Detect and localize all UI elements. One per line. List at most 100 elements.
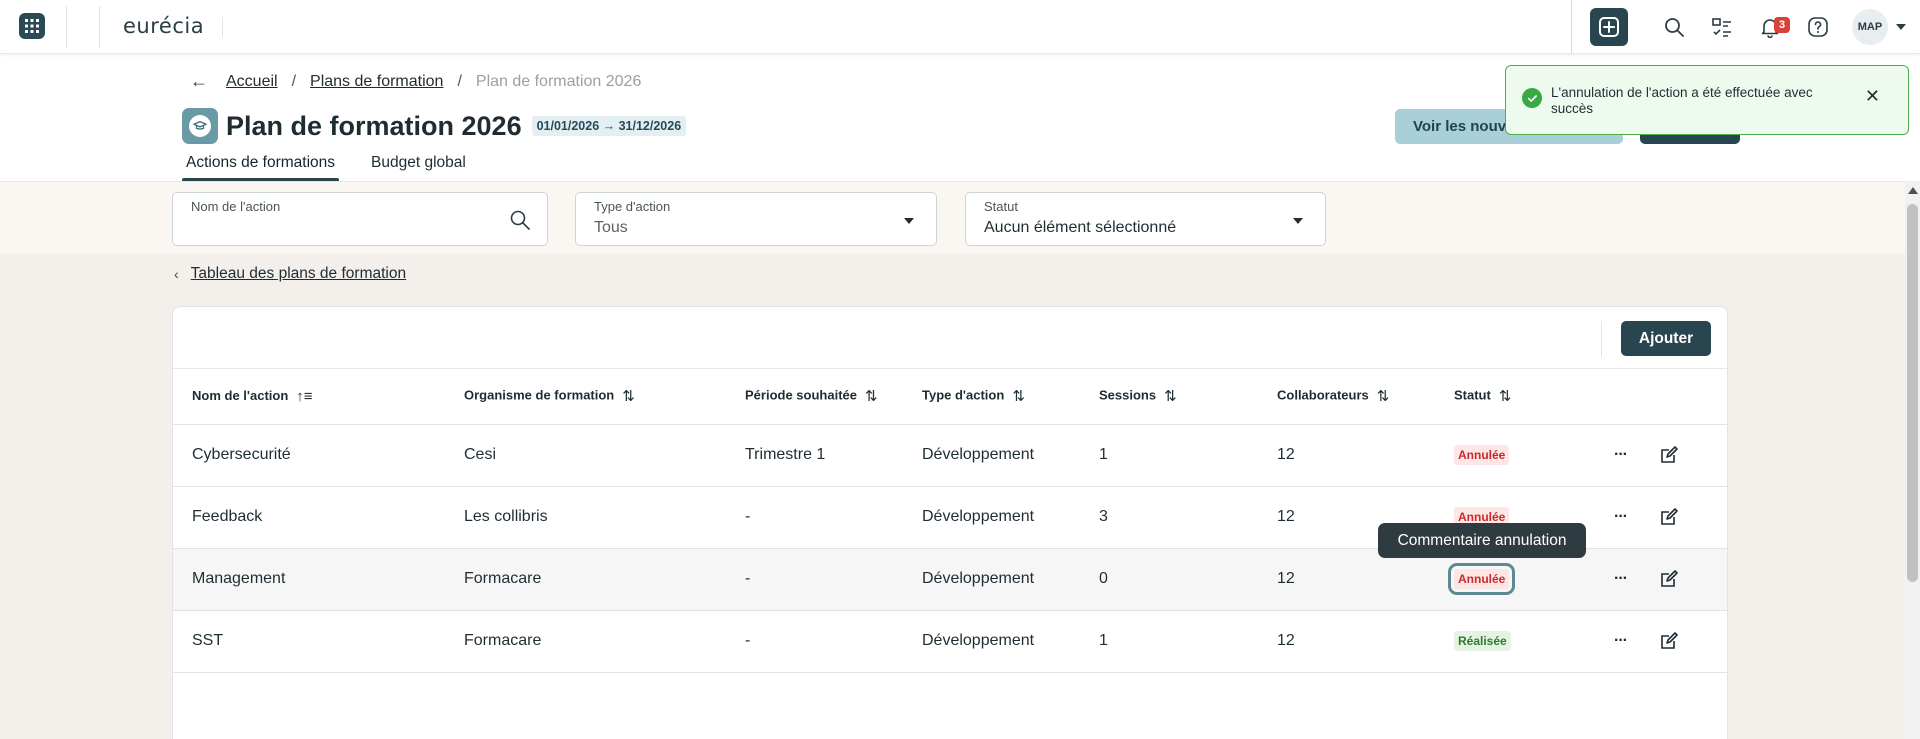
column-header-collaborateurs[interactable]: Collaborateurs ⇅ — [1258, 369, 1435, 425]
column-header-nom[interactable]: Nom de l'action ↑≡ — [173, 369, 445, 425]
sort-icon[interactable]: ⇅ — [1164, 387, 1177, 405]
field-label: Type d'action — [594, 199, 671, 214]
table-row[interactable]: SST Formacare - Développement 1 12 Réali… — [173, 610, 1727, 673]
search-button[interactable] — [1650, 0, 1698, 54]
column-header-statut[interactable]: Statut ⇅ — [1435, 369, 1595, 425]
apps-grid-icon — [25, 19, 39, 33]
tasks-button[interactable] — [1698, 0, 1746, 54]
toolbar-divider — [1601, 321, 1602, 357]
sort-icon[interactable]: ⇅ — [1377, 387, 1390, 405]
column-header-sessions[interactable]: Sessions ⇅ — [1080, 369, 1258, 425]
status-badge[interactable]: Annulée — [1454, 445, 1510, 465]
sort-icon[interactable]: ⇅ — [622, 387, 635, 405]
cell-collaborateurs: 12 — [1258, 610, 1435, 673]
more-options-icon[interactable]: ··· — [1614, 508, 1628, 526]
breadcrumb-link-accueil[interactable]: Accueil — [226, 73, 278, 91]
more-options-icon[interactable]: ··· — [1614, 446, 1628, 464]
chevron-down-icon — [1896, 24, 1906, 30]
cell-periode: - — [726, 486, 903, 549]
actions-table: Nom de l'action ↑≡ Organisme de formation… — [173, 369, 1727, 673]
add-button[interactable]: Ajouter — [1621, 321, 1711, 356]
sort-icon[interactable]: ⇅ — [865, 387, 878, 405]
table-header-row: Nom de l'action ↑≡ Organisme de formation… — [173, 369, 1727, 425]
type-action-select[interactable]: Type d'action Tous — [575, 192, 937, 246]
back-to-table-label[interactable]: Tableau des plans de formation — [191, 265, 406, 283]
cell-nom: Feedback — [173, 486, 445, 549]
back-to-table-link[interactable]: ‹ Tableau des plans de formation — [174, 265, 406, 283]
apps-grid-button[interactable] — [19, 13, 45, 39]
date-range-badge: 01/01/2026 → 31/12/2026 — [531, 116, 687, 136]
cell-actions: ··· — [1595, 486, 1727, 549]
cell-sessions: 0 — [1080, 548, 1258, 611]
table-toolbar: Ajouter — [173, 307, 1727, 369]
chevron-down-icon — [1293, 218, 1303, 224]
avatar[interactable]: MAP — [1852, 9, 1888, 45]
breadcrumb: ← Accueil / Plans de formation / Plan de… — [190, 71, 641, 92]
cancellation-comment-tooltip: Commentaire annulation — [1378, 523, 1586, 558]
breadcrumb-current: Plan de formation 2026 — [475, 72, 642, 90]
app-logo[interactable]: eurécia — [123, 14, 204, 38]
notifications-button[interactable]: 3 — [1746, 0, 1794, 54]
scrollbar-thumb[interactable] — [1907, 204, 1918, 582]
cell-organisme: Formacare — [445, 548, 726, 611]
cell-type: Développement — [903, 424, 1080, 487]
filter-bar: Nom de l'action Type d'action Tous Statu… — [0, 181, 1905, 253]
cell-actions: ··· — [1595, 548, 1727, 611]
back-arrow-icon[interactable]: ← — [190, 71, 208, 92]
close-icon[interactable]: ✕ — [1865, 86, 1880, 107]
user-menu[interactable]: MAP — [1852, 9, 1906, 45]
edit-icon[interactable] — [1659, 569, 1679, 589]
column-header-organisme[interactable]: Organisme de formation ⇅ — [445, 369, 726, 425]
page-title: Plan de formation 2026 — [226, 110, 522, 141]
edit-icon[interactable] — [1659, 631, 1679, 651]
cell-periode: - — [726, 610, 903, 673]
tab-budget-global[interactable]: Budget global — [371, 150, 466, 182]
sort-ascending-icon[interactable]: ↑≡ — [296, 388, 312, 405]
scrollbar[interactable] — [1905, 181, 1920, 739]
sort-icon[interactable]: ⇅ — [1499, 387, 1512, 405]
tab-actions-de-formations[interactable]: Actions de formations — [181, 150, 340, 182]
field-label: Nom de l'action — [191, 199, 281, 214]
graduation-cap-icon — [182, 108, 218, 144]
checklist-icon — [1712, 18, 1731, 37]
column-header-actions — [1595, 369, 1727, 425]
breadcrumb-separator: / — [457, 72, 462, 90]
status-badge[interactable]: Annulée — [1447, 563, 1516, 595]
table-row[interactable]: Cybersecurité Cesi Trimestre 1 Développe… — [173, 424, 1727, 487]
breadcrumb-link-plans[interactable]: Plans de formation — [310, 73, 443, 91]
help-icon — [1808, 17, 1828, 37]
status-badge[interactable]: Réalisée — [1454, 631, 1511, 651]
cell-collaborateurs: 12 — [1258, 424, 1435, 487]
statut-select[interactable]: Statut Aucun élément sélectionné — [965, 192, 1326, 246]
cell-statut: Annulée — [1435, 424, 1595, 487]
tabs: Actions de formations Budget global — [181, 150, 502, 182]
topbar-divider — [1571, 0, 1572, 54]
column-header-type[interactable]: Type d'action ⇅ — [903, 369, 1080, 425]
topbar-divider — [222, 17, 223, 37]
cell-nom: Cybersecurité — [173, 424, 445, 487]
edit-icon[interactable] — [1659, 507, 1679, 527]
topbar-divider — [66, 6, 67, 48]
cell-type: Développement — [903, 486, 1080, 549]
scroll-up-arrow-icon[interactable] — [1908, 187, 1918, 194]
column-header-periode[interactable]: Période souhaitée ⇅ — [726, 369, 903, 425]
cell-periode: - — [726, 548, 903, 611]
topbar-divider — [99, 6, 100, 48]
cell-type: Développement — [903, 610, 1080, 673]
help-button[interactable] — [1794, 0, 1842, 54]
sort-icon[interactable]: ⇅ — [1012, 387, 1025, 405]
search-action-field[interactable]: Nom de l'action — [172, 192, 548, 246]
cell-actions: ··· — [1595, 610, 1727, 673]
more-options-icon[interactable]: ··· — [1614, 570, 1628, 588]
create-button[interactable] — [1590, 8, 1628, 46]
check-circle-icon — [1522, 88, 1542, 108]
cell-sessions: 1 — [1080, 424, 1258, 487]
top-bar: eurécia 3 MAP — [0, 0, 1920, 54]
search-icon[interactable] — [509, 209, 531, 231]
edit-icon[interactable] — [1659, 445, 1679, 465]
chevron-down-icon — [904, 218, 914, 224]
cell-sessions: 3 — [1080, 486, 1258, 549]
more-options-icon[interactable]: ··· — [1614, 632, 1628, 650]
notification-count-badge: 3 — [1774, 17, 1790, 33]
plus-square-icon — [1599, 17, 1619, 37]
